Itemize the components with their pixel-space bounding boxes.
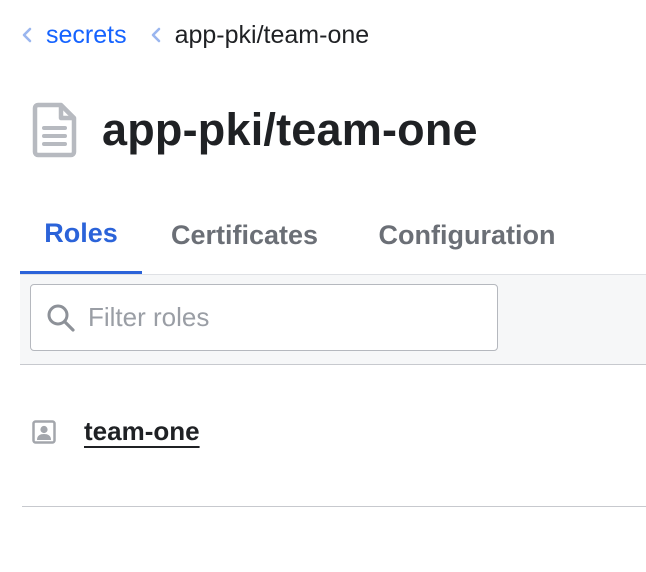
toolbar	[20, 275, 646, 365]
breadcrumb-item-secrets[interactable]: secrets	[20, 21, 127, 50]
tab-bar: Roles Certificates Configuration	[20, 196, 646, 275]
tab-roles[interactable]: Roles	[20, 196, 142, 274]
chevron-left-icon	[149, 26, 163, 44]
page-header: app-pki/team-one	[30, 100, 478, 160]
breadcrumb-current-label: app-pki/team-one	[174, 20, 370, 49]
breadcrumb-item-current: app-pki/team-one	[149, 20, 370, 50]
filter-roles-input[interactable]	[88, 302, 468, 333]
breadcrumb: secrets app-pki/team-one	[20, 18, 369, 52]
chevron-left-icon	[20, 26, 34, 44]
tab-configuration[interactable]: Configuration	[347, 196, 587, 274]
search-box[interactable]	[30, 284, 498, 351]
search-icon	[46, 303, 76, 333]
tab-certificates[interactable]: Certificates	[142, 196, 347, 274]
document-icon	[30, 102, 78, 158]
breadcrumb-link[interactable]: secrets	[46, 21, 127, 50]
page-title: app-pki/team-one	[102, 104, 478, 155]
user-icon	[32, 419, 56, 444]
list-item[interactable]: team-one	[22, 365, 646, 507]
role-link[interactable]: team-one	[84, 416, 200, 447]
